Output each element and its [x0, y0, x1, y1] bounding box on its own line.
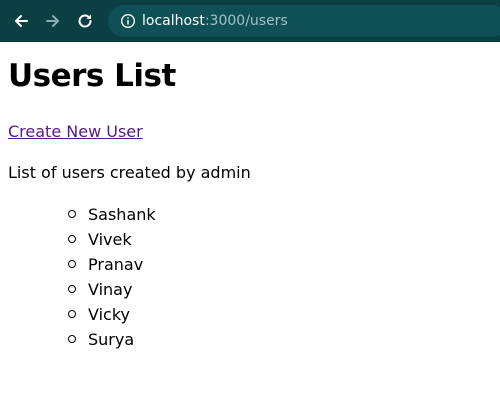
reload-icon: [78, 14, 92, 28]
bullet-icon: [68, 235, 76, 243]
user-name: Vicky: [88, 305, 130, 324]
browser-toolbar: localhost:3000/users: [0, 0, 500, 42]
user-name: Pranav: [88, 255, 144, 274]
create-new-user-link[interactable]: Create New User: [8, 122, 143, 142]
user-name: Sashank: [88, 205, 156, 224]
bullet-icon: [68, 335, 76, 343]
url-host: localhost: [142, 13, 205, 29]
info-icon[interactable]: [120, 13, 136, 29]
address-bar[interactable]: localhost:3000/users: [108, 5, 500, 37]
list-item: Vicky: [0, 302, 156, 327]
arrow-left-icon: [15, 15, 28, 27]
list-item: Vinay: [0, 277, 156, 302]
user-name: Surya: [88, 330, 135, 349]
arrow-right-icon: [46, 15, 59, 27]
page-content: Users List Create New User List of users…: [0, 42, 500, 418]
list-item: Sashank: [0, 202, 156, 227]
page-title: Users List: [8, 58, 176, 94]
bullet-icon: [68, 310, 76, 318]
reload-button[interactable]: [73, 9, 97, 33]
forward-button[interactable]: [41, 9, 65, 33]
bullet-icon: [68, 260, 76, 268]
users-list: Sashank Vivek Pranav Vinay Vicky Surya: [0, 202, 156, 352]
users-description: List of users created by admin: [8, 163, 251, 182]
bullet-icon: [68, 285, 76, 293]
url-path: :3000/users: [204, 13, 288, 29]
list-item: Surya: [0, 327, 156, 352]
url-text: localhost:3000/users: [142, 12, 288, 30]
back-button[interactable]: [9, 9, 33, 33]
list-item: Vivek: [0, 227, 156, 252]
bullet-icon: [68, 210, 76, 218]
list-item: Pranav: [0, 252, 156, 277]
user-name: Vinay: [88, 280, 133, 299]
user-name: Vivek: [88, 230, 132, 249]
